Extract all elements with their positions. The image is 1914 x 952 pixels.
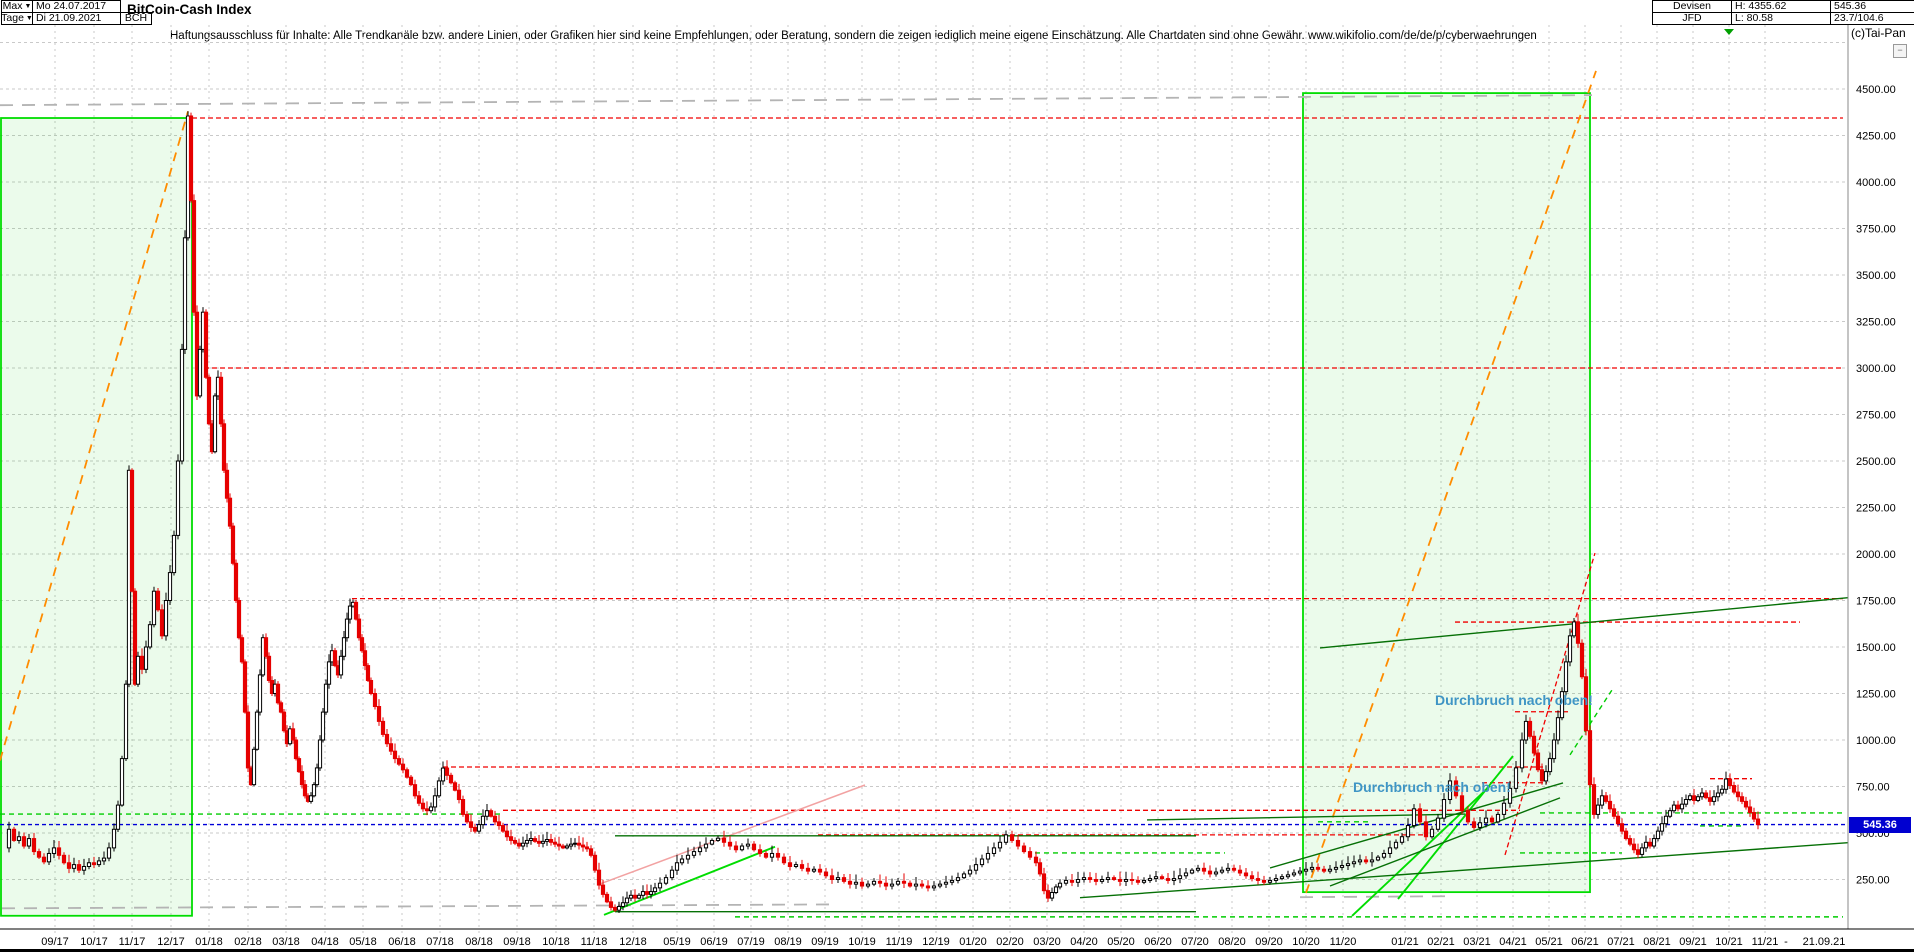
svg-text:3250.00: 3250.00 [1856, 317, 1896, 329]
svg-text:2500.00: 2500.00 [1856, 456, 1896, 468]
svg-text:2000.00: 2000.00 [1856, 549, 1896, 561]
svg-text:07/20: 07/20 [1181, 936, 1209, 948]
svg-text:01/20: 01/20 [959, 936, 987, 948]
annotation-breakout-lower[interactable]: Durchbruch nach oben! [1353, 779, 1511, 795]
svg-text:3750.00: 3750.00 [1856, 224, 1896, 236]
svg-text:08/21: 08/21 [1643, 936, 1671, 948]
copyright-label: (c)Tai-Pan [1849, 26, 1908, 40]
svg-text:05/18: 05/18 [349, 936, 377, 948]
chart-window: Max▼ Mo 24.07.2017 Tage▼ Di 21.09.2021 B… [0, 0, 1914, 952]
svg-text:06/19: 06/19 [700, 936, 728, 948]
svg-text:08/19: 08/19 [774, 936, 802, 948]
svg-text:02/21: 02/21 [1427, 936, 1455, 948]
sort-triangle-icon [1724, 29, 1734, 35]
svg-text:11/18: 11/18 [581, 936, 608, 948]
svg-text:06/18: 06/18 [388, 936, 416, 948]
svg-text:4000.00: 4000.00 [1856, 177, 1896, 189]
svg-text:10/20: 10/20 [1292, 936, 1320, 948]
svg-text:750.00: 750.00 [1856, 782, 1890, 794]
collapse-axis-button[interactable]: − [1893, 44, 1907, 58]
svg-text:02/20: 02/20 [996, 936, 1024, 948]
svg-text:11/20: 11/20 [1330, 936, 1357, 948]
svg-text:02/18: 02/18 [234, 936, 262, 948]
svg-text:04/18: 04/18 [311, 936, 339, 948]
svg-text:1250.00: 1250.00 [1856, 689, 1896, 701]
svg-text:2750.00: 2750.00 [1856, 410, 1896, 422]
svg-text:06/20: 06/20 [1144, 936, 1172, 948]
svg-text:250.00: 250.00 [1856, 875, 1890, 887]
svg-text:09/18: 09/18 [503, 936, 531, 948]
svg-text:10/21: 10/21 [1715, 936, 1743, 948]
svg-text:11/19: 11/19 [886, 936, 913, 948]
svg-text:05/19: 05/19 [663, 936, 691, 948]
x-axis-labels: 09/17 10/17 11/17 12/17 01/18 02/18 03/18 04/18… [41, 936, 1845, 948]
svg-text:01/21: 01/21 [1391, 936, 1419, 948]
svg-text:1500.00: 1500.00 [1856, 642, 1896, 654]
svg-text:01/18: 01/18 [195, 936, 223, 948]
svg-text:04/20: 04/20 [1070, 936, 1098, 948]
svg-text:10/17: 10/17 [80, 936, 108, 948]
svg-text:11/17: 11/17 [119, 936, 146, 948]
svg-text:10/18: 10/18 [542, 936, 570, 948]
svg-text:08/20: 08/20 [1218, 936, 1246, 948]
x-axis-end-dash: - [1784, 936, 1788, 948]
svg-text:3000.00: 3000.00 [1856, 363, 1896, 375]
svg-text:09/17: 09/17 [41, 936, 69, 948]
svg-text:12/19: 12/19 [922, 936, 950, 948]
svg-text:09/19: 09/19 [811, 936, 839, 948]
svg-text:4500.00: 4500.00 [1856, 84, 1896, 96]
svg-text:1000.00: 1000.00 [1856, 735, 1896, 747]
svg-text:08/18: 08/18 [465, 936, 493, 948]
axis-frame [0, 25, 1914, 952]
svg-text:03/18: 03/18 [272, 936, 300, 948]
svg-text:09/20: 09/20 [1255, 936, 1283, 948]
svg-text:04/21: 04/21 [1499, 936, 1527, 948]
chart-plot-area[interactable]: 250.00500.00750.001000.001250.001500.001… [0, 0, 1914, 952]
x-axis-end-date: 21.09.21 [1803, 936, 1846, 948]
svg-text:1750.00: 1750.00 [1856, 596, 1896, 608]
svg-text:05/20: 05/20 [1107, 936, 1135, 948]
current-price-tag: 545.36 [1849, 817, 1911, 833]
svg-text:03/21: 03/21 [1463, 936, 1491, 948]
svg-text:3500.00: 3500.00 [1856, 270, 1896, 282]
svg-text:07/19: 07/19 [737, 936, 765, 948]
annotation-breakout-upper[interactable]: Durchbruch nach oben! [1435, 692, 1593, 708]
svg-text:4250.00: 4250.00 [1856, 131, 1896, 143]
svg-text:12/17: 12/17 [157, 936, 185, 948]
svg-text:07/18: 07/18 [426, 936, 454, 948]
svg-text:10/19: 10/19 [848, 936, 876, 948]
svg-text:09/21: 09/21 [1679, 936, 1707, 948]
svg-text:12/18: 12/18 [619, 936, 647, 948]
trend-boxes [1, 93, 1590, 916]
svg-text:2250.00: 2250.00 [1856, 503, 1896, 515]
svg-text:06/21: 06/21 [1571, 936, 1599, 948]
svg-text:07/21: 07/21 [1607, 936, 1635, 948]
svg-text:11/21: 11/21 [1752, 936, 1779, 948]
svg-text:05/21: 05/21 [1535, 936, 1563, 948]
y-axis-labels: 250.00500.00750.001000.001250.001500.001… [1856, 84, 1896, 887]
svg-text:03/20: 03/20 [1033, 936, 1061, 948]
